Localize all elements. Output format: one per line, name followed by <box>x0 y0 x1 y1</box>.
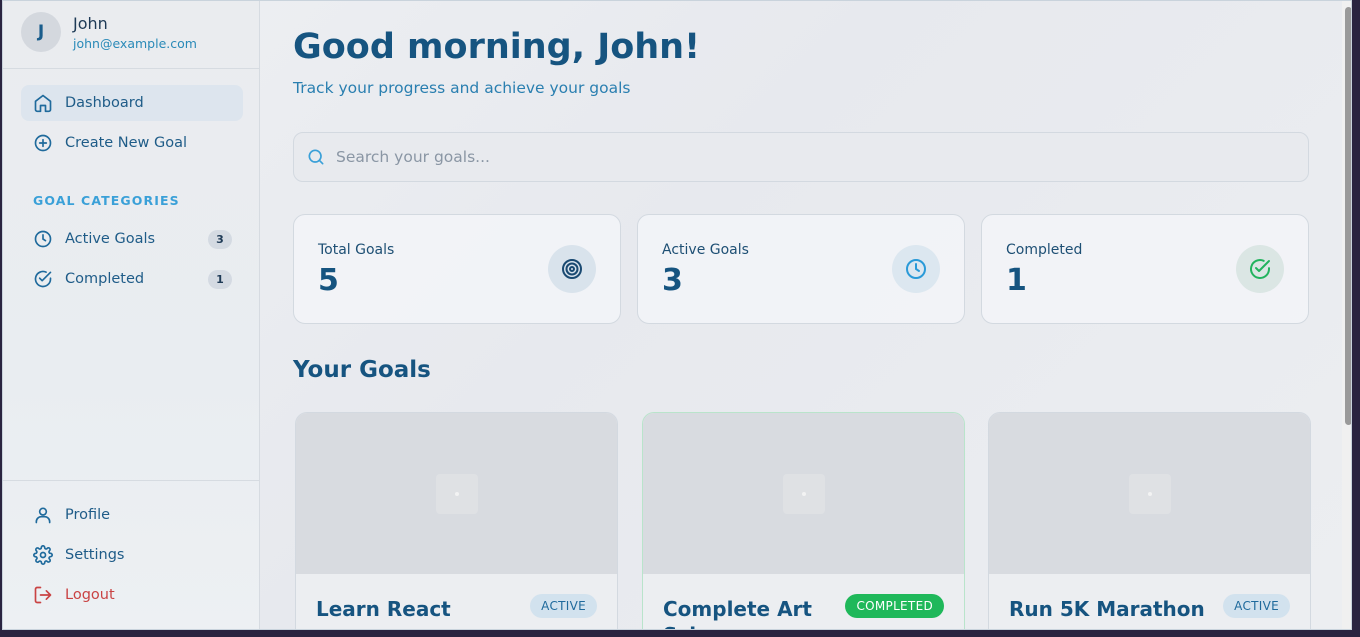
sidebar-item-label: Active Goals <box>65 231 156 247</box>
logout-icon <box>33 585 53 605</box>
sidebar-item-label: Logout <box>65 587 115 603</box>
user-profile-block[interactable]: J John john@example.com <box>3 1 260 69</box>
stat-value: 3 <box>662 263 683 298</box>
user-email: john@example.com <box>73 36 197 51</box>
plus-circle-icon <box>33 133 53 153</box>
goal-image-placeholder <box>296 413 617 574</box>
goal-title: Complete Art Sch... <box>663 597 812 629</box>
sidebar-item-label: Completed <box>65 271 145 287</box>
sidebar-item-label: Dashboard <box>65 95 144 111</box>
sidebar-item-settings[interactable]: Settings <box>21 537 243 573</box>
sidebar-item-create-goal[interactable]: Create New Goal <box>21 125 243 161</box>
goals-section-title: Your Goals <box>293 357 431 383</box>
user-name: John <box>73 14 108 33</box>
stat-value: 1 <box>1006 263 1027 298</box>
stat-label: Completed <box>1006 242 1083 258</box>
vertical-scrollbar[interactable] <box>1342 1 1351 629</box>
home-icon <box>33 93 53 113</box>
app-window: J John john@example.com Dashboard Create… <box>2 0 1352 630</box>
goal-title: Learn React <box>316 597 451 621</box>
clock-icon <box>892 245 940 293</box>
status-badge: ACTIVE <box>1223 594 1290 618</box>
status-badge: COMPLETED <box>845 594 944 618</box>
avatar: J <box>21 12 61 52</box>
target-icon <box>548 245 596 293</box>
image-icon <box>1129 474 1171 514</box>
sidebar-divider <box>3 480 260 481</box>
search-bar[interactable] <box>293 132 1309 182</box>
goal-image-placeholder <box>989 413 1310 574</box>
status-badge: ACTIVE <box>530 594 597 618</box>
sidebar: J John john@example.com Dashboard Create… <box>3 1 260 629</box>
stat-label: Total Goals <box>318 242 395 258</box>
sidebar-item-profile[interactable]: Profile <box>21 497 243 533</box>
clock-icon <box>33 229 53 249</box>
image-icon <box>436 474 478 514</box>
goal-image-placeholder <box>643 413 964 574</box>
search-icon <box>306 147 326 167</box>
stat-card-total: Total Goals 5 <box>293 214 621 324</box>
sidebar-item-label: Create New Goal <box>65 135 188 151</box>
sidebar-item-completed[interactable]: Completed 1 <box>21 261 243 297</box>
sidebar-item-logout[interactable]: Logout <box>21 577 243 613</box>
stat-label: Active Goals <box>662 242 749 258</box>
scrollbar-thumb[interactable] <box>1345 7 1351 425</box>
check-circle-icon <box>33 269 53 289</box>
count-badge: 1 <box>208 270 232 289</box>
stat-value: 5 <box>318 263 339 298</box>
check-circle-icon <box>1236 245 1284 293</box>
gear-icon <box>33 545 53 565</box>
search-input[interactable] <box>336 142 1236 172</box>
count-badge: 3 <box>208 230 232 249</box>
main-content: Good morning, John! Track your progress … <box>261 1 1339 629</box>
goal-card[interactable]: Run 5K Marathon ACTIVE <box>988 412 1311 629</box>
stat-card-completed: Completed 1 <box>981 214 1309 324</box>
sidebar-item-active-goals[interactable]: Active Goals 3 <box>21 221 243 257</box>
goal-card[interactable]: Learn React ACTIVE <box>295 412 618 629</box>
stat-card-active: Active Goals 3 <box>637 214 965 324</box>
page-subtitle: Track your progress and achieve your goa… <box>293 79 631 97</box>
goal-card[interactable]: Complete Art Sch... COMPLETED <box>642 412 965 629</box>
user-icon <box>33 505 53 525</box>
goal-categories-heading: GOAL CATEGORIES <box>33 193 180 208</box>
image-icon <box>783 474 825 514</box>
goal-title: Run 5K Marathon <box>1009 597 1205 621</box>
sidebar-item-label: Profile <box>65 507 111 523</box>
sidebar-item-dashboard[interactable]: Dashboard <box>21 85 243 121</box>
page-title: Good morning, John! <box>293 27 701 67</box>
sidebar-item-label: Settings <box>65 547 125 563</box>
